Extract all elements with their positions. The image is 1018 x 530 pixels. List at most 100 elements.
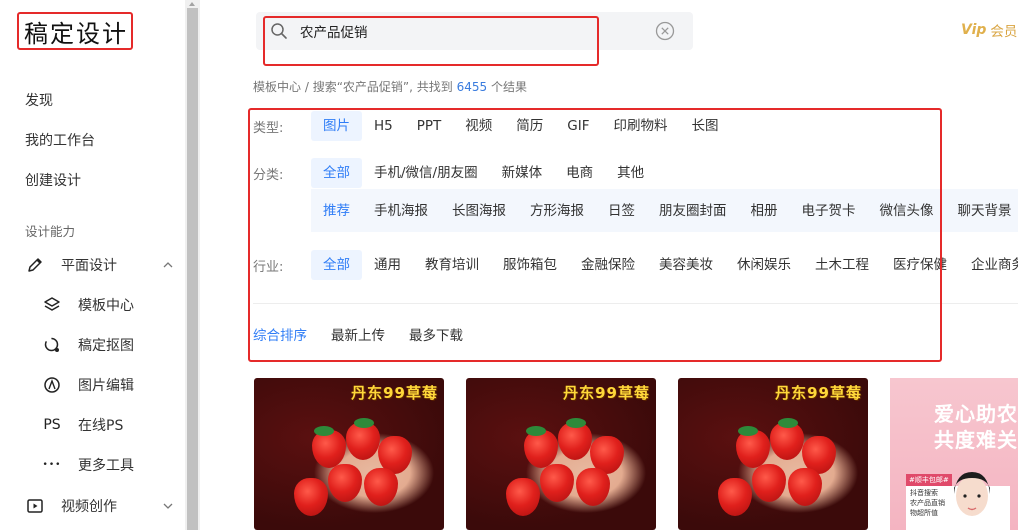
type-option-long-image[interactable]: 长图: [680, 111, 731, 141]
subcategory-option-recommend[interactable]: 推荐: [311, 196, 362, 226]
industry-option-all[interactable]: 全部: [311, 250, 362, 280]
sidebar: 稿定设计 发现 我的工作台 创建设计 设计能力 平面设计 模板中心 稿定抠图 图…: [0, 0, 185, 530]
subcategory-option-mobile-poster[interactable]: 手机海报: [362, 196, 440, 226]
pink-card-title-line1: 爱心助农: [934, 402, 1018, 426]
type-option-image[interactable]: 图片: [311, 111, 362, 141]
card-title: 丹东99草莓: [775, 384, 862, 402]
template-card[interactable]: 丹东99草莓: [466, 378, 656, 530]
type-option-h5[interactable]: H5: [362, 111, 405, 141]
app-logo[interactable]: 稿定设计: [24, 14, 128, 49]
group-video-creation-label: 视频创作: [61, 499, 117, 515]
pen-icon: [25, 255, 45, 275]
category-option-other[interactable]: 其他: [605, 158, 656, 188]
search-input[interactable]: [300, 21, 600, 41]
section-title-design-capability: 设计能力: [25, 224, 76, 239]
industry-option-beauty[interactable]: 美容美妆: [647, 250, 725, 280]
sidebar-item-cutout[interactable]: 稿定抠图: [42, 335, 134, 355]
edit-image-icon: [42, 375, 62, 395]
filter-row-industry: 行业: 全部 通用 教育培训 服饰箱包 金融保险 美容美妆 休闲娱乐 土木工程 …: [253, 250, 1018, 280]
subcategory-option-chat-bg[interactable]: 聊天背景: [946, 196, 1018, 226]
pink-card-title-line2: 共度难关: [934, 428, 1018, 452]
group-graphic-design[interactable]: 平面设计: [25, 255, 175, 275]
type-option-ppt[interactable]: PPT: [405, 111, 454, 141]
template-card[interactable]: 丹东99草莓: [678, 378, 868, 530]
sidebar-item-more-tools[interactable]: ••• 更多工具: [42, 455, 134, 475]
subcategory-option-album[interactable]: 相册: [739, 196, 790, 226]
category-option-all[interactable]: 全部: [311, 158, 362, 188]
industry-option-general[interactable]: 通用: [362, 250, 413, 280]
category-option-ecommerce[interactable]: 电商: [554, 158, 605, 188]
search-icon: [270, 22, 288, 44]
sort-most-downloaded[interactable]: 最多下载: [409, 321, 463, 351]
type-option-print[interactable]: 印刷物料: [602, 111, 680, 141]
template-card-pink[interactable]: 爱心助农 共度难关 #顺丰包邮# 抖音搜索 农产品直销 物超所值: [890, 378, 1018, 530]
breadcrumb-separator: /: [301, 80, 313, 94]
template-card[interactable]: 丹东99草莓: [254, 378, 444, 530]
nav-create-design[interactable]: 创建设计: [25, 170, 81, 190]
subcategory-option-ecard[interactable]: 电子贺卡: [790, 196, 868, 226]
sort-row: 综合排序 最新上传 最多下载: [253, 321, 487, 351]
type-option-resume[interactable]: 简历: [504, 111, 555, 141]
breadcrumb-root[interactable]: 模板中心: [253, 80, 301, 94]
industry-option-business[interactable]: 企业商务: [959, 250, 1018, 280]
chevron-up-icon[interactable]: [161, 258, 175, 272]
video-icon: [25, 496, 45, 516]
category-option-mobile[interactable]: 手机/微信/朋友圈: [362, 158, 490, 188]
pink-card-text: 抖音搜索 农产品直销 物超所值: [910, 489, 945, 517]
type-option-gif[interactable]: GIF: [555, 111, 601, 141]
card-title: 丹东99草莓: [563, 384, 650, 402]
breadcrumb-suffix: 个结果: [487, 80, 527, 94]
sidebar-item-label: 图片编辑: [78, 378, 134, 394]
filter-label-industry: 行业:: [253, 259, 284, 275]
scroll-up-arrow-icon[interactable]: [189, 2, 195, 6]
filter-label-category: 分类:: [253, 167, 284, 183]
vip-icon: Vip: [961, 22, 987, 38]
sort-latest[interactable]: 最新上传: [331, 321, 385, 351]
subcategory-option-long-poster[interactable]: 长图海报: [440, 196, 518, 226]
card-title: 丹东99草莓: [351, 384, 438, 402]
group-video-creation[interactable]: 视频创作: [25, 496, 175, 516]
sidebar-item-template-center[interactable]: 模板中心: [42, 295, 134, 315]
industry-option-civil[interactable]: 土木工程: [803, 250, 881, 280]
more-dots-icon: •••: [42, 460, 62, 470]
subcategory-option-daily[interactable]: 日签: [596, 196, 647, 226]
result-count: 6455: [456, 80, 488, 94]
industry-option-medical[interactable]: 医疗保健: [881, 250, 959, 280]
layers-icon: [42, 295, 62, 315]
sidebar-item-label: 在线PS: [78, 418, 124, 434]
sidebar-item-label: 模板中心: [78, 298, 134, 314]
subcategory-row: 推荐 手机海报 长图海报 方形海报 日签 朋友圈封面 相册 电子贺卡 微信头像 …: [311, 196, 1018, 226]
sidebar-item-label: 稿定抠图: [78, 338, 134, 354]
industry-option-apparel[interactable]: 服饰箱包: [491, 250, 569, 280]
sidebar-scroll-thumb[interactable]: [187, 8, 198, 530]
vip-button[interactable]: Vip 会员: [961, 20, 1017, 40]
sidebar-item-label: 更多工具: [78, 458, 134, 474]
sidebar-item-online-ps[interactable]: PS 在线PS: [42, 415, 123, 435]
search-box: [256, 12, 693, 50]
pink-card-badge: #顺丰包邮#: [906, 474, 952, 486]
subcategory-option-square-poster[interactable]: 方形海报: [518, 196, 596, 226]
subcategory-option-moments-cover[interactable]: 朋友圈封面: [647, 196, 739, 226]
sort-comprehensive[interactable]: 综合排序: [253, 321, 307, 351]
breadcrumb: 模板中心 / 搜索“农产品促销”, 共找到 6455 个结果: [253, 78, 527, 95]
category-option-new-media[interactable]: 新媒体: [490, 158, 555, 188]
filter-label-type: 类型:: [253, 120, 284, 136]
filter-row-category: 分类: 全部 手机/微信/朋友圈 新媒体 电商 其他: [253, 158, 656, 188]
group-graphic-design-label: 平面设计: [61, 258, 117, 274]
filter-divider: [253, 303, 1018, 304]
cutout-icon: [42, 335, 62, 355]
filter-row-type: 类型: 图片 H5 PPT 视频 简历 GIF 印刷物料 长图: [253, 111, 731, 141]
industry-option-finance[interactable]: 金融保险: [569, 250, 647, 280]
nav-workbench[interactable]: 我的工作台: [25, 130, 95, 150]
nav-discover[interactable]: 发现: [25, 90, 53, 110]
ps-icon: PS: [43, 417, 61, 433]
sidebar-item-image-edit[interactable]: 图片编辑: [42, 375, 134, 395]
chevron-down-icon[interactable]: [161, 499, 175, 513]
subcategory-option-avatar[interactable]: 微信头像: [868, 196, 946, 226]
breadcrumb-prefix: 搜索“农产品促销”, 共找到: [312, 80, 457, 94]
clear-search-icon[interactable]: [655, 21, 675, 45]
industry-option-leisure[interactable]: 休闲娱乐: [725, 250, 803, 280]
industry-option-education[interactable]: 教育培训: [413, 250, 491, 280]
vip-label: 会员: [990, 24, 1018, 40]
type-option-video[interactable]: 视频: [453, 111, 504, 141]
